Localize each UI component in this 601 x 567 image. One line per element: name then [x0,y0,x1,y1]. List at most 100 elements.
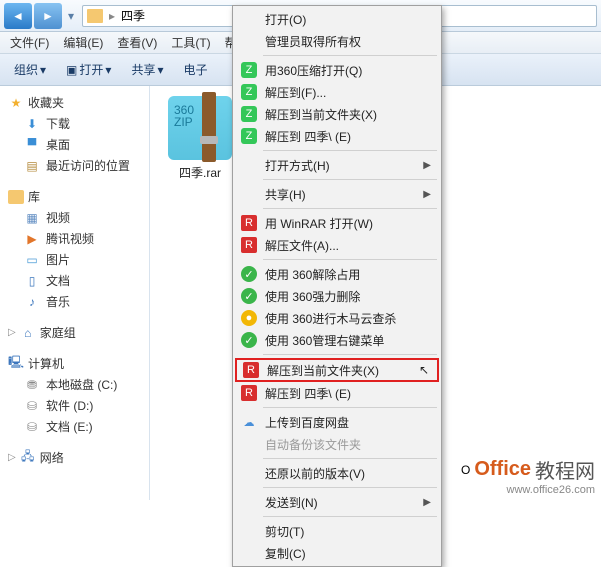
ctx-open-360[interactable]: Z用360压缩打开(Q) [235,59,439,81]
context-menu: 打开(O) 管理员取得所有权 Z用360压缩打开(Q) Z解压到(F)... Z… [232,5,442,567]
video-icon: ▦ [24,210,40,226]
network-header[interactable]: ▷🖧网络 [4,447,145,468]
ctx-360-force-delete[interactable]: ✓使用 360强力删除 [235,285,439,307]
ctx-cut[interactable]: 剪切(T) [235,520,439,542]
sidebar-item-drive-d[interactable]: ⛁软件 (D:) [4,395,145,416]
folder-icon [87,9,103,23]
favorites-header[interactable]: ★收藏夹 [4,92,145,113]
cloud-icon: ☁ [241,414,257,430]
email-button[interactable]: 电子 [175,58,215,81]
sidebar-item-pictures[interactable]: ▭图片 [4,249,145,270]
winrar-icon: R [241,385,257,401]
ctx-separator [263,150,437,151]
drive-icon: ⛁ [24,419,40,435]
sidebar-item-music[interactable]: ♪音乐 [4,291,145,312]
homegroup-icon: ⌂ [20,325,36,341]
cursor-icon: ↖ [419,363,429,377]
watermark-brand: Office [474,458,531,481]
ctx-separator [263,179,437,180]
tencent-video-icon: ▶ [24,231,40,247]
ctx-360-unlock[interactable]: ✓使用 360解除占用 [235,263,439,285]
recent-icon: ▤ [24,158,40,174]
ctx-360-trojan-scan[interactable]: ●使用 360进行木马云查杀 [235,307,439,329]
network-icon: 🖧 [20,450,36,466]
ctx-open-with[interactable]: 打开方式(H)▶ [235,154,439,176]
360ball-icon: ● [241,310,257,326]
sidebar-item-desktop[interactable]: ▀桌面 [4,134,145,155]
drive-icon: ⛁ [24,398,40,414]
sidebar-item-tencent-video[interactable]: ▶腾讯视频 [4,228,145,249]
submenu-arrow-icon: ▶ [423,497,431,508]
library-icon [8,190,24,204]
ctx-extract-here[interactable]: Z解压到当前文件夹(X) [235,103,439,125]
ctx-separator [263,458,437,459]
forward-button[interactable]: ► [34,3,62,29]
360zip-icon: Z [241,84,257,100]
sidebar-item-videos[interactable]: ▦视频 [4,207,145,228]
ctx-extract-to[interactable]: Z解压到(F)... [235,81,439,103]
menu-view[interactable]: 查看(V) [111,32,163,53]
file-name-label: 四季.rar [160,164,240,181]
ctx-auto-backup: 自动备份该文件夹 [235,433,439,455]
ctx-extract-to-folder-2[interactable]: R解压到 四季\ (E) [235,382,439,404]
360shield-icon: ✓ [241,288,257,304]
ctx-extract-files[interactable]: R解压文件(A)... [235,234,439,256]
ctx-extract-here-highlighted[interactable]: R解压到当前文件夹(X)↖ [235,358,439,382]
ctx-separator [263,407,437,408]
winrar-icon: R [243,362,259,378]
file-item[interactable]: 360ZIP 四季.rar [160,96,240,181]
ctx-separator [263,354,437,355]
watermark-brand-suffix: 教程网 [535,455,595,484]
picture-icon: ▭ [24,252,40,268]
homegroup-header[interactable]: ▷⌂家庭组 [4,322,145,343]
breadcrumb-current[interactable]: 四季 [121,7,145,24]
ctx-baidu-upload[interactable]: ☁上传到百度网盘 [235,411,439,433]
winrar-icon: R [241,237,257,253]
sidebar-item-downloads[interactable]: ⬇下载 [4,113,145,134]
menu-edit[interactable]: 编辑(E) [57,32,109,53]
computer-header[interactable]: 🖳计算机 [4,353,145,374]
document-icon: ▯ [24,273,40,289]
computer-icon: 🖳 [8,356,24,372]
sidebar-item-recent[interactable]: ▤最近访问的位置 [4,155,145,176]
ctx-360-manage-menu[interactable]: ✓使用 360管理右键菜单 [235,329,439,351]
watermark-logo-icon: O [461,463,470,477]
360shield-icon: ✓ [241,266,257,282]
open-button[interactable]: ▣ 打开 ▾ [58,58,119,81]
archive-icon: 360ZIP [168,96,232,160]
submenu-arrow-icon: ▶ [423,189,431,200]
submenu-arrow-icon: ▶ [423,160,431,171]
back-button[interactable]: ◄ [4,3,32,29]
ctx-separator [263,55,437,56]
star-icon: ★ [8,95,24,111]
music-icon: ♪ [24,294,40,310]
watermark-url: www.office26.com [461,484,595,496]
ctx-restore-previous[interactable]: 还原以前的版本(V) [235,462,439,484]
sidebar-item-documents[interactable]: ▯文档 [4,270,145,291]
breadcrumb-separator: ▸ [109,9,115,23]
ctx-separator [263,516,437,517]
ctx-separator [263,259,437,260]
ctx-admin-own[interactable]: 管理员取得所有权 [235,30,439,52]
ctx-send-to[interactable]: 发送到(N)▶ [235,491,439,513]
share-button[interactable]: 共享 ▾ [123,58,171,81]
ctx-share[interactable]: 共享(H)▶ [235,183,439,205]
menu-file[interactable]: 文件(F) [4,32,55,53]
history-dropdown[interactable]: ▾ [64,3,78,29]
ctx-separator [263,208,437,209]
menu-tools[interactable]: 工具(T) [165,32,216,53]
sidebar-item-drive-c[interactable]: ⛃本地磁盘 (C:) [4,374,145,395]
ctx-winrar-open[interactable]: R用 WinRAR 打开(W) [235,212,439,234]
sidebar-item-drive-e[interactable]: ⛁文档 (E:) [4,416,145,437]
desktop-icon: ▀ [24,137,40,153]
360zip-icon: Z [241,106,257,122]
ctx-separator [263,487,437,488]
ctx-extract-to-folder[interactable]: Z解压到 四季\ (E) [235,125,439,147]
organize-button[interactable]: 组织 ▾ [6,58,54,81]
ctx-open[interactable]: 打开(O) [235,8,439,30]
chevron-icon: ▷ [8,327,16,338]
libraries-header[interactable]: 库 [4,186,145,207]
360zip-icon: Z [241,128,257,144]
download-icon: ⬇ [24,116,40,132]
ctx-copy[interactable]: 复制(C) [235,542,439,564]
